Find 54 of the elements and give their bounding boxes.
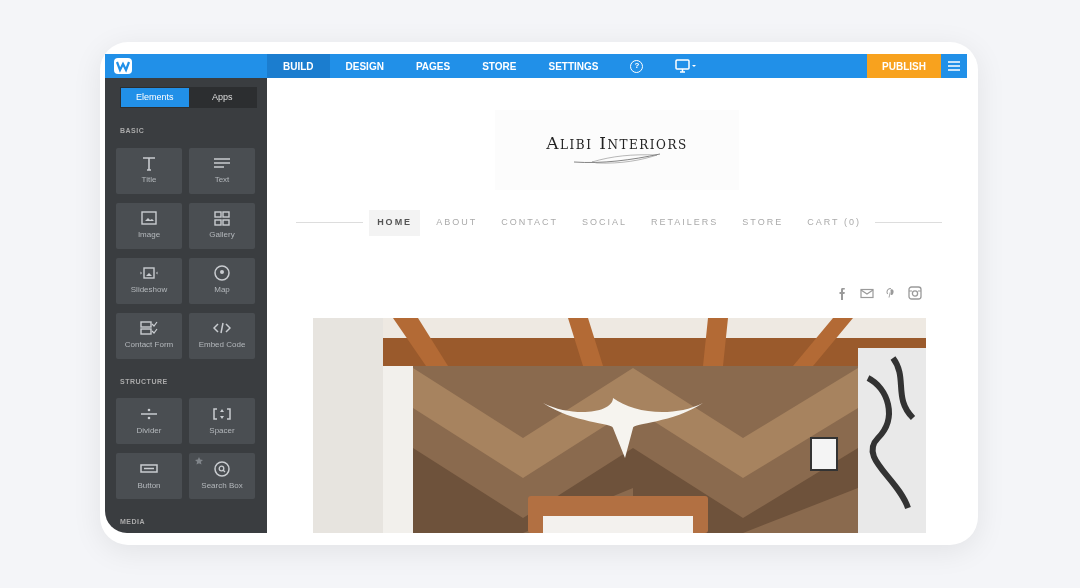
- tile-label: Contact Form: [124, 339, 174, 351]
- instagram-icon[interactable]: [908, 285, 922, 301]
- site-nav-link[interactable]: RETAILERS: [643, 210, 727, 236]
- code-icon: [213, 320, 231, 336]
- logo-icon[interactable]: [114, 58, 132, 74]
- nav-tab[interactable]: STORE: [466, 54, 533, 78]
- site-nav-link[interactable]: ABOUT: [428, 210, 486, 236]
- element-tile[interactable]: Button: [116, 453, 182, 499]
- element-tile[interactable]: Slideshow: [116, 257, 182, 304]
- nav-tab[interactable]: DESIGN: [329, 54, 400, 78]
- grid-icon: [213, 210, 231, 226]
- tile-label: Gallery: [209, 229, 235, 241]
- element-tile[interactable]: Spacer: [189, 398, 255, 444]
- tile-label: Title: [141, 174, 157, 186]
- form-icon: [140, 320, 158, 336]
- panel-tab[interactable]: Elements: [121, 88, 189, 107]
- spacer-icon: [213, 405, 231, 422]
- image-icon: [140, 210, 158, 226]
- map-pin-icon: [213, 265, 231, 281]
- element-tile[interactable]: Title: [116, 147, 182, 194]
- tile-label: Map: [214, 284, 230, 296]
- element-tile[interactable]: Gallery: [189, 202, 255, 249]
- site-nav-link[interactable]: CART (0): [799, 210, 869, 236]
- search-icon: [213, 460, 231, 477]
- site-nav-link[interactable]: HOME: [369, 210, 421, 236]
- tile-label: Button: [137, 479, 161, 492]
- nav-tab[interactable]: PAGES: [399, 54, 467, 78]
- element-tile[interactable]: Search Box: [189, 453, 255, 499]
- menu-icon[interactable]: [948, 61, 960, 71]
- tile-label: Divider: [136, 424, 162, 437]
- tile-label: Slideshow: [130, 284, 168, 296]
- nav-tab[interactable]: BUILD: [267, 54, 330, 78]
- site-nav-link[interactable]: SOCIAL: [574, 210, 635, 236]
- tile-label: Text: [214, 174, 230, 186]
- tile-label: Embed Code: [198, 339, 246, 351]
- tile-label: Spacer: [209, 424, 235, 437]
- site-nav-link[interactable]: CONTACT: [493, 210, 566, 236]
- feather-icon: [572, 151, 662, 166]
- site-nav-link[interactable]: STORE: [734, 210, 792, 236]
- slideshow-icon: [140, 265, 158, 281]
- element-tile[interactable]: Image: [116, 202, 182, 249]
- monitor-icon[interactable]: [675, 59, 698, 73]
- type-icon: [140, 155, 158, 171]
- nav-tab[interactable]: SETTINGS: [532, 54, 615, 78]
- text-lines-icon: [213, 155, 231, 171]
- element-tile[interactable]: Divider: [116, 398, 182, 444]
- element-tile[interactable]: Embed Code: [189, 312, 255, 359]
- element-tile[interactable]: Map: [189, 257, 255, 304]
- tile-label: Search Box: [201, 479, 243, 492]
- element-tile[interactable]: Text: [189, 147, 255, 194]
- panel-tab[interactable]: Apps: [188, 88, 256, 107]
- site-logo-text: Alibi Interiors: [546, 134, 688, 152]
- tile-label: Image: [137, 229, 161, 241]
- element-tile[interactable]: Contact Form: [116, 312, 182, 359]
